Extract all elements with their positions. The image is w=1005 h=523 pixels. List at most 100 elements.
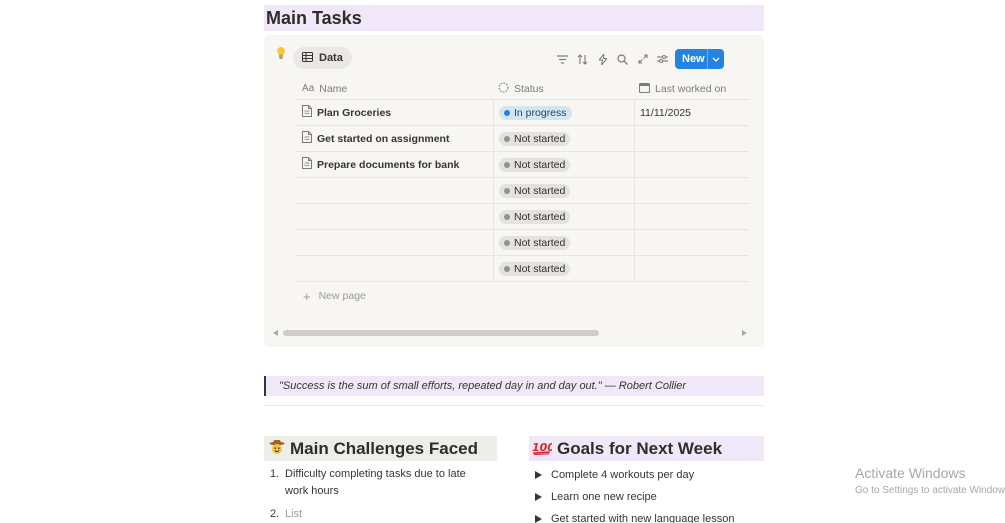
chevron-down-icon[interactable]: [708, 57, 724, 62]
table-row[interactable]: Not started: [295, 204, 749, 230]
search-icon[interactable]: [616, 53, 629, 66]
filter-icon[interactable]: [556, 53, 569, 66]
cell-status[interactable]: Not started: [493, 230, 634, 255]
status-dot-icon: [504, 265, 510, 272]
cell-last-worked[interactable]: [634, 152, 749, 177]
column-header-status-label: Status: [514, 82, 544, 95]
list-item-text: List: [285, 508, 303, 520]
table-row[interactable]: Not started: [295, 230, 749, 256]
task-name: Get started on assignment: [317, 132, 450, 145]
status-dot-icon: [504, 109, 510, 116]
cell-last-worked[interactable]: 11/11/2025: [634, 100, 749, 125]
status-badge: Not started: [499, 261, 571, 276]
table-row[interactable]: Get started on assignment Not started: [295, 126, 749, 152]
column-header-name[interactable]: Aa Name: [295, 78, 493, 99]
list-number: 2.: [270, 508, 280, 520]
status-property-icon: [498, 81, 509, 96]
new-button-label: New: [682, 53, 705, 65]
status-label: Not started: [514, 132, 566, 145]
status-badge: Not started: [499, 209, 571, 224]
last-worked-date: 11/11/2025: [640, 106, 691, 119]
toggle-item[interactable]: Complete 4 workouts per day: [535, 466, 765, 483]
status-dot-icon: [504, 135, 510, 142]
settings-sliders-icon[interactable]: [656, 53, 669, 66]
status-label: Not started: [514, 184, 566, 197]
status-dot-icon: [504, 161, 510, 168]
toggle-item-text: Get started with new language lesson: [551, 512, 735, 523]
status-dot-icon: [504, 239, 510, 246]
toggle-item[interactable]: Get started with new language lesson: [535, 510, 765, 523]
text-property-icon: Aa: [302, 83, 315, 94]
cell-last-worked[interactable]: [634, 204, 749, 229]
status-badge: In progress: [499, 105, 572, 120]
cell-last-worked[interactable]: [634, 126, 749, 151]
cell-last-worked[interactable]: [634, 178, 749, 203]
cell-name[interactable]: [295, 204, 493, 229]
table-row[interactable]: Not started: [295, 178, 749, 204]
page-document-icon: [302, 157, 312, 172]
cell-status[interactable]: In progress: [493, 100, 634, 125]
scroll-right-arrow-icon[interactable]: [742, 330, 747, 336]
column-header-status[interactable]: Status: [493, 78, 634, 99]
cell-name[interactable]: [295, 256, 493, 281]
list-item[interactable]: 1. Difficulty completing tasks due to la…: [270, 466, 490, 500]
cell-status[interactable]: Not started: [493, 178, 634, 203]
status-label: Not started: [514, 210, 566, 223]
cell-status[interactable]: Not started: [493, 256, 634, 281]
cell-name[interactable]: Plan Groceries: [295, 100, 493, 125]
status-label: Not started: [514, 158, 566, 171]
table-row[interactable]: Plan Groceries In progress 11/11/2025: [295, 100, 749, 126]
cell-name[interactable]: Prepare documents for bank: [295, 152, 493, 177]
sort-icon[interactable]: [576, 53, 589, 66]
table-icon: [302, 51, 313, 65]
page-document-icon: [302, 131, 312, 146]
goals-title: Goals for Next Week: [557, 439, 723, 458]
toggle-triangle-icon[interactable]: [535, 514, 542, 523]
column-header-last-worked-label: Last worked on: [655, 82, 727, 95]
toggle-item-text: Learn one new recipe: [551, 490, 657, 503]
status-dot-icon: [504, 213, 510, 220]
list-item[interactable]: 2. List: [270, 506, 490, 523]
status-label: Not started: [514, 262, 566, 275]
watermark-title: Activate Windows: [855, 465, 966, 481]
status-badge: Not started: [499, 183, 571, 198]
column-header-name-label: Name: [319, 82, 348, 95]
cell-status[interactable]: Not started: [493, 126, 634, 151]
task-name: Prepare documents for bank: [317, 158, 460, 171]
watermark-subtitle: Go to Settings to activate Windows.: [855, 485, 1005, 496]
table-row[interactable]: Prepare documents for bank Not started: [295, 152, 749, 178]
cowboy-emoji-icon: [269, 437, 285, 462]
status-dot-icon: [504, 187, 510, 194]
toggle-triangle-icon[interactable]: [535, 470, 542, 479]
lightbulb-icon: [276, 46, 286, 60]
list-number: 1.: [270, 468, 280, 480]
scrollbar-thumb[interactable]: [283, 330, 599, 336]
cell-status[interactable]: Not started: [493, 204, 634, 229]
cell-last-worked[interactable]: [634, 256, 749, 281]
hundred-points-emoji-icon: 100: [532, 437, 555, 462]
status-badge: Not started: [499, 157, 571, 172]
new-page-button[interactable]: + New page: [295, 282, 749, 310]
goals-heading: 100 Goals for Next Week: [529, 436, 764, 461]
challenges-title: Main Challenges Faced: [290, 439, 478, 458]
column-header-last-worked[interactable]: Last worked on: [634, 78, 749, 99]
database-view-tab[interactable]: Data: [293, 47, 352, 69]
task-name: Plan Groceries: [317, 106, 392, 119]
status-label: In progress: [514, 106, 567, 119]
cell-name[interactable]: Get started on assignment: [295, 126, 493, 151]
toggle-triangle-icon[interactable]: [535, 492, 542, 501]
page-document-icon: [302, 105, 312, 120]
table-row[interactable]: Not started: [295, 256, 749, 282]
page-heading-main-tasks: Main Tasks: [264, 5, 764, 31]
cell-status[interactable]: Not started: [493, 152, 634, 177]
new-record-button[interactable]: New: [675, 49, 724, 69]
automation-bolt-icon[interactable]: [596, 53, 609, 66]
scroll-left-arrow-icon[interactable]: [273, 330, 278, 336]
cell-name[interactable]: [295, 178, 493, 203]
cell-name[interactable]: [295, 230, 493, 255]
cell-last-worked[interactable]: [634, 230, 749, 255]
toggle-item[interactable]: Learn one new recipe: [535, 488, 765, 505]
calendar-icon: [638, 82, 651, 96]
expand-icon[interactable]: [636, 53, 649, 66]
horizontal-scrollbar[interactable]: [273, 328, 747, 338]
